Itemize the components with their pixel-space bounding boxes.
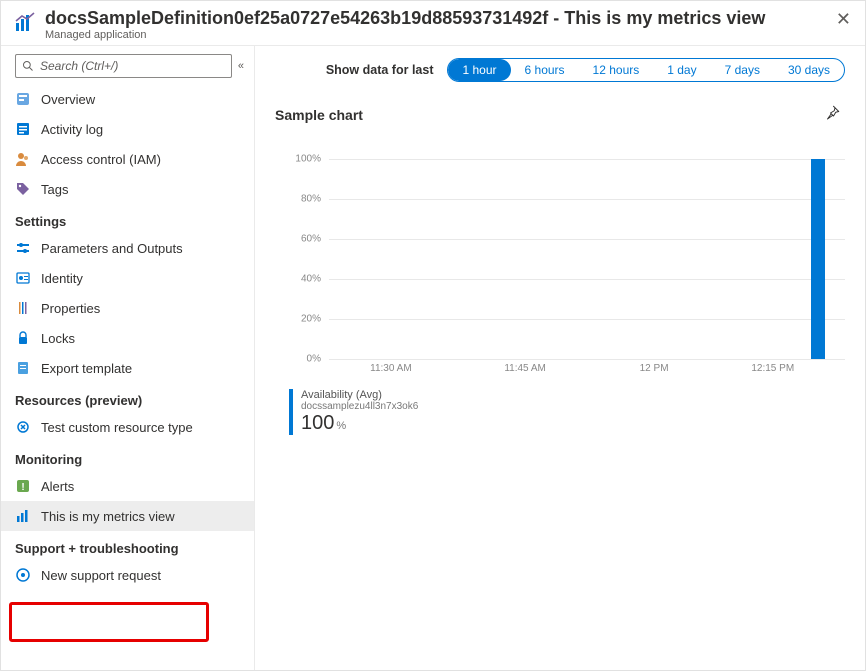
sidebar-item-access-control[interactable]: Access control (IAM): [1, 144, 254, 174]
sidebar-item-label: Overview: [41, 92, 95, 107]
main-content: Show data for last 1 hour 6 hours 12 hou…: [255, 46, 865, 670]
section-settings: Settings: [1, 204, 254, 233]
section-support: Support + troubleshooting: [1, 531, 254, 560]
parameters-icon: [15, 240, 31, 256]
sidebar-item-label: Parameters and Outputs: [41, 241, 183, 256]
sidebar-item-locks[interactable]: Locks: [1, 323, 254, 353]
search-input[interactable]: Search (Ctrl+/): [15, 54, 232, 78]
sidebar-item-label: Access control (IAM): [41, 152, 161, 167]
chart-area: 100% 80% 60% 40% 20% 0% 11:30: [285, 159, 845, 379]
page-title: docsSampleDefinition0ef25a0727e54263b19d…: [45, 7, 765, 29]
y-tick: 60%: [301, 234, 321, 245]
chart-title: Sample chart: [275, 107, 363, 123]
sidebar-item-label: Identity: [41, 271, 83, 286]
timerange-label: Show data for last: [326, 63, 434, 77]
sidebar-item-test-custom-resource[interactable]: Test custom resource type: [1, 412, 254, 442]
y-tick: 40%: [301, 274, 321, 285]
svg-text:!: !: [21, 482, 24, 493]
sidebar-item-properties[interactable]: Properties: [1, 293, 254, 323]
metrics-icon: [13, 11, 37, 38]
sidebar-item-my-metrics-view[interactable]: This is my metrics view: [1, 501, 254, 531]
annotation-highlight: [9, 602, 209, 642]
sidebar-item-label: This is my metrics view: [41, 509, 175, 524]
properties-icon: [15, 300, 31, 316]
search-icon: [22, 60, 34, 72]
sidebar-item-label: Alerts: [41, 479, 74, 494]
sidebar-item-new-support-request[interactable]: New support request: [1, 560, 254, 590]
chart-legend: Availability (Avg) docssamplezu4ll3n7x3o…: [289, 389, 845, 435]
alerts-icon: !: [15, 478, 31, 494]
y-tick: 0%: [307, 354, 321, 365]
sidebar-item-identity[interactable]: Identity: [1, 263, 254, 293]
pill-30days[interactable]: 30 days: [774, 59, 844, 81]
y-tick: 80%: [301, 194, 321, 205]
custom-resource-icon: [15, 419, 31, 435]
pill-7days[interactable]: 7 days: [711, 59, 774, 81]
sidebar-item-label: Test custom resource type: [41, 420, 193, 435]
sidebar-item-tags[interactable]: Tags: [1, 174, 254, 204]
sidebar-item-parameters[interactable]: Parameters and Outputs: [1, 233, 254, 263]
y-tick: 20%: [301, 314, 321, 325]
timerange-pills: 1 hour 6 hours 12 hours 1 day 7 days 30 …: [447, 58, 845, 82]
metrics-icon: [15, 508, 31, 524]
blade-header: docsSampleDefinition0ef25a0727e54263b19d…: [1, 1, 865, 46]
sidebar-item-label: New support request: [41, 568, 161, 583]
chart-bar: [811, 159, 825, 359]
collapse-sidebar-button[interactable]: «: [238, 60, 244, 72]
timerange-selector: Show data for last 1 hour 6 hours 12 hou…: [275, 58, 845, 82]
pill-1hour[interactable]: 1 hour: [448, 59, 510, 81]
overview-icon: [15, 91, 31, 107]
sidebar-item-alerts[interactable]: ! Alerts: [1, 471, 254, 501]
legend-metric: Availability (Avg): [301, 389, 845, 401]
export-template-icon: [15, 360, 31, 376]
pill-12hours[interactable]: 12 hours: [579, 59, 654, 81]
sidebar-item-export-template[interactable]: Export template: [1, 353, 254, 383]
section-monitoring: Monitoring: [1, 442, 254, 471]
support-icon: [15, 567, 31, 583]
sidebar-item-overview[interactable]: Overview: [1, 84, 254, 114]
legend-value: 100: [301, 412, 334, 434]
tags-icon: [15, 181, 31, 197]
y-axis-labels: 100% 80% 60% 40% 20% 0%: [285, 159, 325, 359]
x-tick: 11:30 AM: [370, 363, 412, 374]
sidebar-item-label: Tags: [41, 182, 68, 197]
pin-icon: [823, 104, 841, 122]
sidebar-item-activity-log[interactable]: Activity log: [1, 114, 254, 144]
chart-grid: [329, 159, 845, 359]
x-tick: 11:45 AM: [504, 363, 546, 374]
sidebar-item-label: Activity log: [41, 122, 103, 137]
sidebar-item-label: Locks: [41, 331, 75, 346]
lock-icon: [15, 330, 31, 346]
pill-1day[interactable]: 1 day: [653, 59, 710, 81]
y-tick: 100%: [295, 154, 321, 165]
search-placeholder: Search (Ctrl+/): [40, 59, 118, 73]
x-tick: 12:15 PM: [751, 363, 794, 374]
pill-6hours[interactable]: 6 hours: [511, 59, 579, 81]
sidebar: Search (Ctrl+/) « Overview Activity log …: [1, 46, 255, 670]
legend-unit: %: [336, 420, 346, 432]
sidebar-item-label: Export template: [41, 361, 132, 376]
access-control-icon: [15, 151, 31, 167]
legend-resource: docssamplezu4ll3n7x3ok6: [301, 401, 845, 412]
sidebar-item-label: Properties: [41, 301, 100, 316]
activity-log-icon: [15, 121, 31, 137]
x-tick: 12 PM: [640, 363, 669, 374]
pin-button[interactable]: [819, 100, 845, 129]
close-button[interactable]: ✕: [832, 7, 855, 32]
section-resources: Resources (preview): [1, 383, 254, 412]
page-subtitle: Managed application: [45, 29, 765, 41]
x-axis-labels: 11:30 AM 11:45 AM 12 PM 12:15 PM: [329, 363, 845, 379]
identity-icon: [15, 270, 31, 286]
